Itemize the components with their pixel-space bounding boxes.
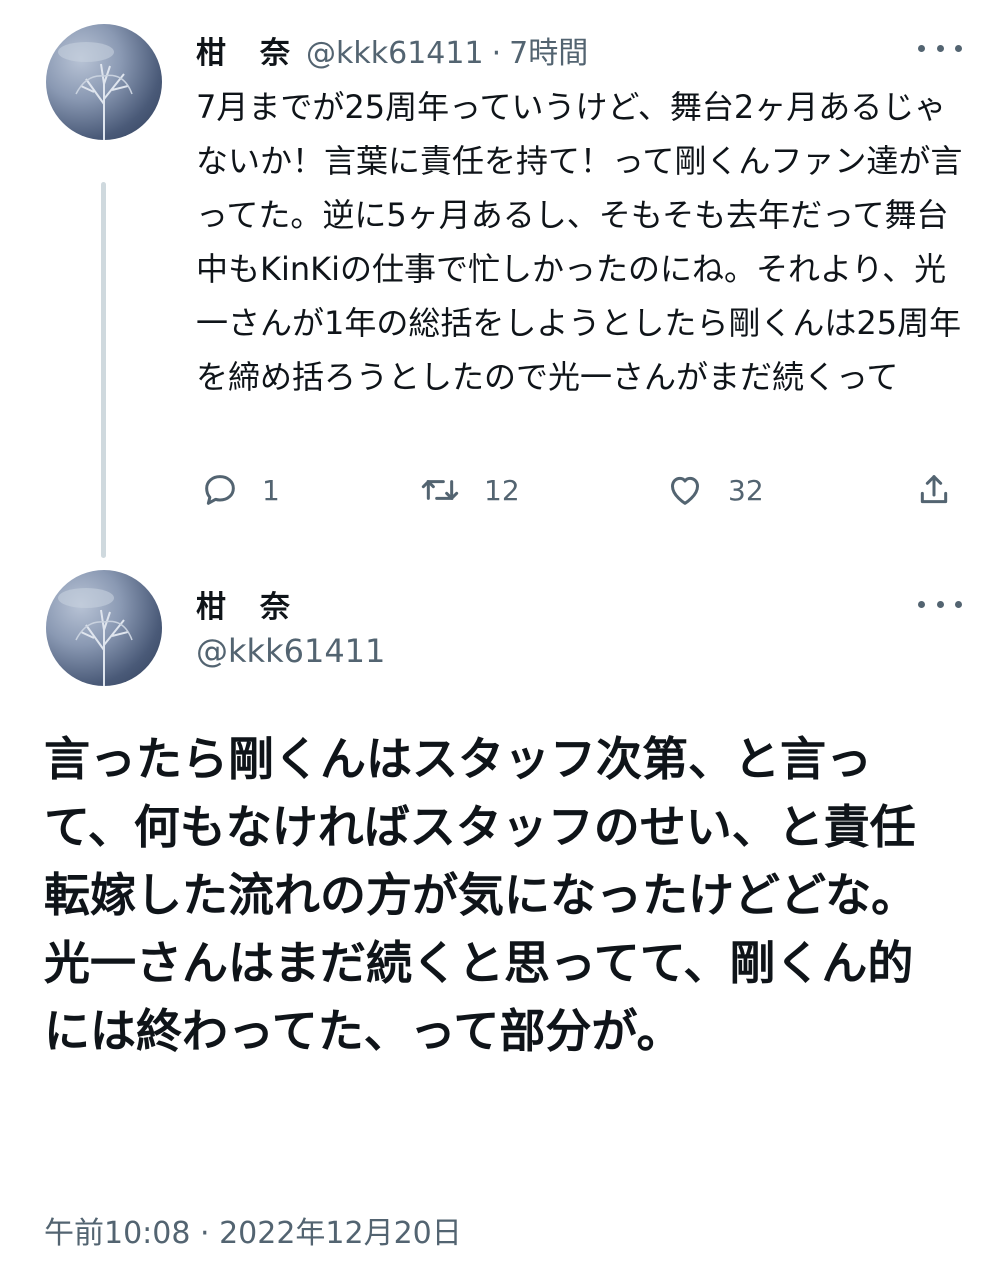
author-handle[interactable]: @kkk61411 xyxy=(196,632,385,670)
retweet-icon xyxy=(421,480,459,500)
avatar-image xyxy=(58,42,133,140)
more-icon[interactable] xyxy=(918,594,962,614)
like-icon xyxy=(671,476,699,505)
author-name[interactable]: 柑 奈 xyxy=(196,36,292,71)
thread-line xyxy=(101,182,106,558)
like-count: 32 xyxy=(728,473,764,507)
tweet-header: 柑 奈 @kkk61411 · 7時間 xyxy=(196,28,588,72)
relative-time[interactable]: 7時間 xyxy=(509,36,588,71)
tweet-text: 7月までが25周年っていうけど、舞台2ヶ月あるじゃないか！言葉に責任を持て！って… xyxy=(196,88,963,396)
avatar[interactable] xyxy=(46,24,162,140)
like-button[interactable]: 32 xyxy=(664,465,764,515)
reply-count: 1 xyxy=(262,473,280,507)
separator: · xyxy=(491,36,502,71)
author-name[interactable]: 柑 奈 xyxy=(196,582,292,626)
avatar[interactable] xyxy=(46,570,162,686)
reply-icon xyxy=(205,475,235,505)
tweet-actions: 1 12 32 xyxy=(196,465,966,515)
tweet-text: 言ったら剛くんはスタッフ次第、と言って、何もなければスタッフのせい、と責任転嫁し… xyxy=(44,732,918,1058)
tweet-timestamp[interactable]: 午前10:08 · 2022年12月20日 xyxy=(44,1208,462,1252)
retweet-count: 12 xyxy=(484,473,520,507)
share-button[interactable] xyxy=(914,465,954,515)
share-icon xyxy=(920,475,948,504)
avatar-image xyxy=(58,588,133,686)
reply-button[interactable]: 1 xyxy=(200,465,280,515)
retweet-button[interactable]: 12 xyxy=(418,465,520,515)
more-icon[interactable] xyxy=(918,38,962,58)
author-handle[interactable]: @kkk61411 xyxy=(306,36,484,71)
